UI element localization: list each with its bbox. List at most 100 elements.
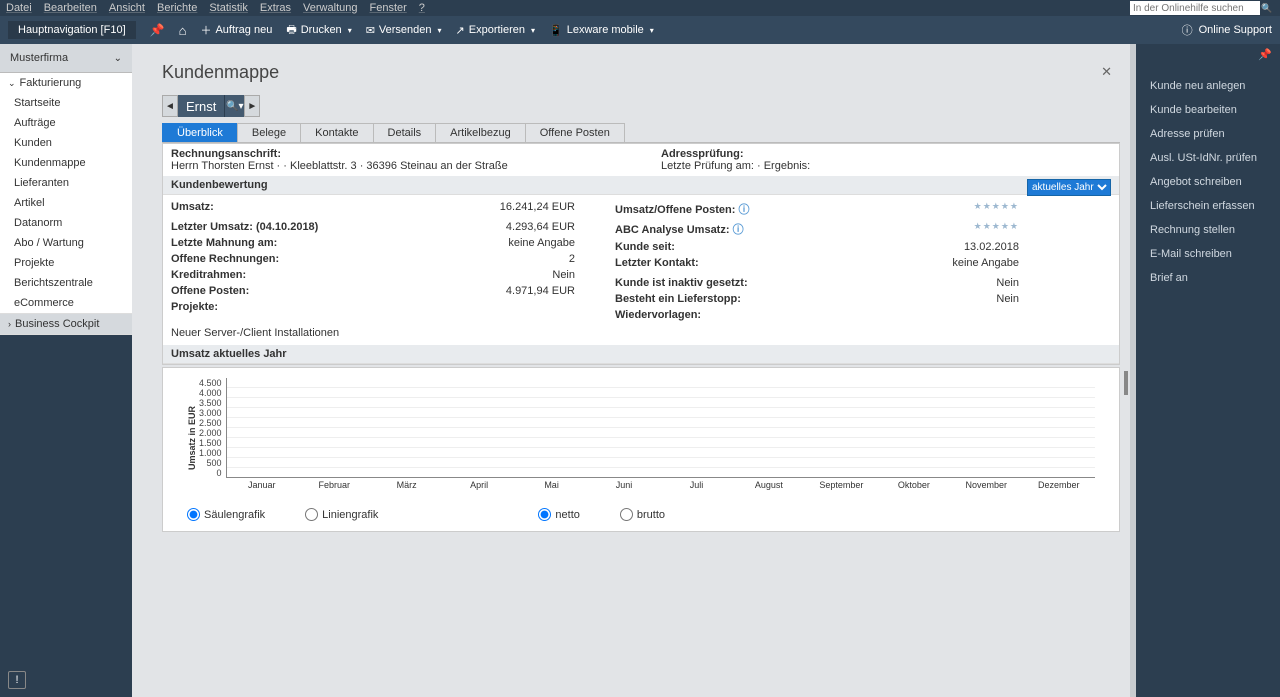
- page-title: Kundenmappe: [162, 62, 1120, 83]
- radio-netto[interactable]: netto: [538, 508, 579, 521]
- prev-customer-button[interactable]: ◄: [162, 95, 178, 117]
- send-button[interactable]: ✉ Versenden: [366, 24, 442, 37]
- data-row: Kreditrahmen:Nein: [171, 267, 575, 283]
- projects-line: Neuer Server-/Client Installationen: [163, 327, 1119, 345]
- x-label: April: [443, 478, 515, 490]
- x-label: September: [805, 478, 877, 490]
- action-kunde-neu-anlegen[interactable]: Kunde neu anlegen: [1136, 74, 1280, 98]
- info-icon[interactable]: !: [8, 671, 26, 689]
- menu-statistik[interactable]: Statistik: [209, 2, 248, 14]
- nav-item-kunden[interactable]: Kunden: [0, 133, 132, 153]
- nav-item-lieferanten[interactable]: Lieferanten: [0, 173, 132, 193]
- action-brief-an[interactable]: Brief an: [1136, 266, 1280, 290]
- pin-icon[interactable]: 📌: [150, 23, 165, 37]
- data-row: Offene Posten:4.971,94 EUR: [171, 283, 575, 299]
- data-row: Letzter Umsatz: (04.10.2018)4.293,64 EUR: [171, 219, 575, 235]
- lexware-mobile-button[interactable]: 📱 Lexware mobile: [549, 24, 654, 37]
- customer-search-button[interactable]: 🔍▾: [224, 95, 244, 117]
- data-row: Offene Rechnungen:2: [171, 251, 575, 267]
- next-customer-button[interactable]: ►: [244, 95, 260, 117]
- billing-address-header: Rechnungsanschrift:: [171, 148, 621, 160]
- chart-bars: [226, 378, 1095, 478]
- radio-brutto[interactable]: brutto: [620, 508, 665, 521]
- menu-fenster[interactable]: Fenster: [369, 2, 406, 14]
- radio-bar-chart[interactable]: Säulengrafik: [187, 508, 265, 521]
- home-icon[interactable]: ⌂: [179, 23, 187, 38]
- overview-panel: Rechnungsanschrift: Herrn Thorsten Ernst…: [162, 143, 1120, 365]
- tab-offene posten[interactable]: Offene Posten: [525, 123, 625, 142]
- nav-item-auftr-ge[interactable]: Aufträge: [0, 113, 132, 133]
- menu-datei[interactable]: Datei: [6, 2, 32, 14]
- address-check-header: Adressprüfung:: [661, 148, 1111, 160]
- nav-item-kundenmappe[interactable]: Kundenmappe: [0, 153, 132, 173]
- chart-panel: Umsatz in EUR 4.5004.0003.5003.0002.5002…: [162, 367, 1120, 532]
- print-button[interactable]: 🖶 Drucken: [286, 21, 351, 40]
- menu-extras[interactable]: Extras: [260, 2, 291, 14]
- main-nav-label[interactable]: Hauptnavigation [F10]: [8, 21, 136, 39]
- x-label: Mai: [515, 478, 587, 490]
- data-row: Kunde ist inaktiv gesetzt:Nein: [615, 275, 1019, 291]
- help-search-input[interactable]: [1130, 1, 1260, 15]
- tab-überblick[interactable]: Überblick: [162, 123, 238, 142]
- data-row: Projekte:: [171, 299, 575, 315]
- data-row: Umsatz/Offene Posten: ⓘ★★★★★: [615, 199, 1019, 219]
- x-label: Dezember: [1023, 478, 1095, 490]
- info-icon[interactable]: ⓘ: [735, 204, 749, 216]
- customer-name: Ernst: [178, 95, 224, 117]
- toolbar: Hauptnavigation [F10] 📌 ⌂ ＋ Auftrag neu …: [0, 16, 1280, 44]
- period-select[interactable]: aktuelles Jahr: [1027, 179, 1111, 196]
- pin-right-icon[interactable]: 📌: [1258, 48, 1272, 61]
- customer-navigator: ◄ Ernst 🔍▾ ►: [162, 95, 1120, 117]
- x-label: November: [950, 478, 1022, 490]
- nav-item-projekte[interactable]: Projekte: [0, 253, 132, 273]
- sidebar-left: Musterfirma⌄ Fakturierung StartseiteAuft…: [0, 44, 132, 697]
- menu-berichte[interactable]: Berichte: [157, 2, 197, 14]
- menu-verwaltung[interactable]: Verwaltung: [303, 2, 357, 14]
- menu-ansicht[interactable]: Ansicht: [109, 2, 145, 14]
- menu-?[interactable]: ?: [419, 2, 425, 14]
- expand-grip[interactable]: [1124, 371, 1128, 395]
- info-icon[interactable]: ⓘ: [730, 224, 744, 236]
- tab-artikelbezug[interactable]: Artikelbezug: [435, 123, 526, 142]
- x-label: März: [370, 478, 442, 490]
- action-lieferschein-erfassen[interactable]: Lieferschein erfassen: [1136, 194, 1280, 218]
- online-support-button[interactable]: ⓘ Online Support: [1182, 22, 1272, 38]
- help-search-button[interactable]: 🔍: [1260, 1, 1274, 15]
- chart-header: Umsatz aktuelles Jahr: [163, 345, 1119, 364]
- sidebar-right: 📌 Kunde neu anlegenKunde bearbeitenAdres…: [1136, 44, 1280, 697]
- action-ausl-ust-idnr-pr-fen[interactable]: Ausl. USt-IdNr. prüfen: [1136, 146, 1280, 170]
- action-kunde-bearbeiten[interactable]: Kunde bearbeiten: [1136, 98, 1280, 122]
- address-check-line: Letzte Prüfung am: · Ergebnis:: [661, 160, 1111, 172]
- rating-header: Kundenbewertung aktuelles Jahr: [163, 176, 1119, 195]
- menu-bearbeiten[interactable]: Bearbeiten: [44, 2, 97, 14]
- nav-item-datanorm[interactable]: Datanorm: [0, 213, 132, 233]
- tab-details[interactable]: Details: [373, 123, 437, 142]
- nav-item-startseite[interactable]: Startseite: [0, 93, 132, 113]
- nav-item-artikel[interactable]: Artikel: [0, 193, 132, 213]
- data-row: Wiedervorlagen:: [615, 307, 1019, 323]
- data-row: ABC Analyse Umsatz: ⓘ★★★★★: [615, 219, 1019, 239]
- nav-item-berichtszentrale[interactable]: Berichtszentrale: [0, 273, 132, 293]
- action-e-mail-schreiben[interactable]: E-Mail schreiben: [1136, 242, 1280, 266]
- x-label: August: [733, 478, 805, 490]
- nav-item-ecommerce[interactable]: eCommerce: [0, 293, 132, 313]
- export-button[interactable]: ↗ Exportieren: [456, 24, 536, 37]
- chevron-down-icon: ⌄: [114, 53, 122, 64]
- company-selector[interactable]: Musterfirma⌄: [0, 44, 132, 73]
- tab-belege[interactable]: Belege: [237, 123, 301, 142]
- new-order-button[interactable]: ＋ Auftrag neu: [200, 22, 272, 38]
- data-row: Umsatz:16.241,24 EUR: [171, 199, 575, 215]
- nav-header-fakturierung[interactable]: Fakturierung: [0, 73, 132, 93]
- data-row: Letzte Mahnung am:keine Angabe: [171, 235, 575, 251]
- action-adresse-pr-fen[interactable]: Adresse prüfen: [1136, 122, 1280, 146]
- nav-section-business-cockpit[interactable]: Business Cockpit: [0, 314, 132, 335]
- action-angebot-schreiben[interactable]: Angebot schreiben: [1136, 170, 1280, 194]
- menubar: Datei Bearbeiten Ansicht Berichte Statistik E…: [0, 0, 1280, 16]
- radio-line-chart[interactable]: Liniengrafik: [305, 508, 378, 521]
- chart-y-label: Umsatz in EUR: [187, 406, 197, 470]
- x-label: Februar: [298, 478, 370, 490]
- nav-item-abo-wartung[interactable]: Abo / Wartung: [0, 233, 132, 253]
- x-label: Januar: [226, 478, 298, 490]
- action-rechnung-stellen[interactable]: Rechnung stellen: [1136, 218, 1280, 242]
- tab-kontakte[interactable]: Kontakte: [300, 123, 373, 142]
